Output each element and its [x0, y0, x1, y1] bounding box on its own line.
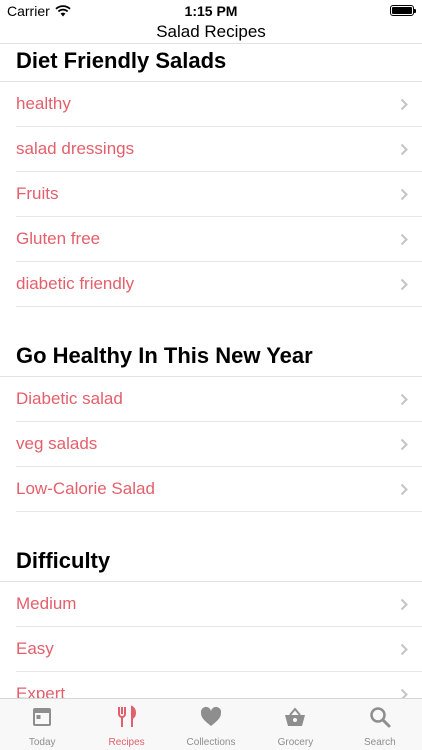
- heart-icon: [200, 706, 222, 726]
- tab-collections-label: Collections: [186, 737, 236, 748]
- tab-search-label: Search: [363, 737, 396, 748]
- chevron-right-icon: [400, 438, 408, 450]
- status-bar: Carrier 1:15 PM: [0, 0, 422, 22]
- list-item[interactable]: Diabetic salad: [16, 377, 422, 422]
- chevron-right-icon: [400, 483, 408, 495]
- status-time: 1:15 PM: [184, 3, 238, 19]
- list-item-label: Diabetic salad: [16, 389, 123, 408]
- list-item-label: Low-Calorie Salad: [16, 479, 155, 498]
- chevron-right-icon: [400, 393, 408, 405]
- magnifier-icon: [370, 707, 391, 728]
- section-title-difficulty: Difficulty: [0, 544, 422, 582]
- list-item-label: healthy: [16, 94, 71, 113]
- chevron-right-icon: [400, 188, 408, 200]
- battery-icon: [390, 5, 416, 16]
- list-item[interactable]: Low-Calorie Salad: [16, 467, 422, 512]
- list-item-label: Fruits: [16, 184, 59, 203]
- chevron-right-icon: [400, 278, 408, 290]
- list-item-label: Gluten free: [16, 229, 101, 248]
- chevron-right-icon: [400, 598, 408, 610]
- tab-today[interactable]: Today: [0, 699, 84, 750]
- tab-bar: Today Recipes Collections Grocery Search: [0, 698, 422, 750]
- chevron-right-icon: [400, 98, 408, 110]
- list-item[interactable]: veg salads: [16, 422, 422, 467]
- list-item-label: Easy: [16, 639, 54, 658]
- tab-grocery[interactable]: Grocery: [253, 699, 337, 750]
- list-item-label: Expert: [16, 684, 66, 698]
- fork-knife-icon: [117, 705, 136, 727]
- list-item[interactable]: Medium: [16, 582, 422, 627]
- list-item[interactable]: healthy: [16, 82, 422, 127]
- tab-recipes-label: Recipes: [108, 737, 145, 748]
- list-item-label: diabetic friendly: [16, 274, 135, 293]
- list-item[interactable]: Expert: [16, 672, 422, 698]
- section-title-diet-friendly: Diet Friendly Salads: [0, 44, 422, 82]
- list-item-label: veg salads: [16, 434, 98, 453]
- tab-today-label: Today: [28, 737, 56, 748]
- list-item-label: salad dressings: [16, 139, 135, 158]
- recipe-categories-list[interactable]: Diet Friendly Salads healthy salad dress…: [0, 44, 422, 698]
- chevron-right-icon: [400, 233, 408, 245]
- chevron-right-icon: [400, 688, 408, 698]
- tab-grocery-label: Grocery: [277, 737, 314, 748]
- list-item[interactable]: Gluten free: [16, 217, 422, 262]
- page-title: Salad Recipes: [156, 22, 266, 41]
- calendar-icon: [33, 708, 52, 726]
- list-item[interactable]: Fruits: [16, 172, 422, 217]
- tab-search[interactable]: Search: [338, 699, 422, 750]
- list-item[interactable]: Easy: [16, 627, 422, 672]
- list-item[interactable]: diabetic friendly: [16, 262, 422, 307]
- section-title-go-healthy: Go Healthy In This New Year: [0, 339, 422, 377]
- list-item-label: Medium: [16, 594, 77, 613]
- tab-collections[interactable]: Collections: [169, 699, 253, 750]
- basket-icon: [285, 707, 306, 726]
- tab-recipes[interactable]: Recipes: [84, 699, 168, 750]
- navigation-bar: Salad Recipes: [0, 22, 422, 44]
- list-item[interactable]: salad dressings: [16, 127, 422, 172]
- chevron-right-icon: [400, 143, 408, 155]
- chevron-right-icon: [400, 643, 408, 655]
